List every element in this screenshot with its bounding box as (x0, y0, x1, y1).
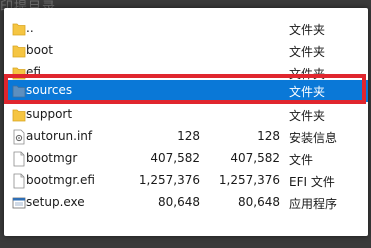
settings-file-icon (13, 129, 25, 145)
file-name: bootmgr.efi (26, 173, 95, 187)
file-size: 128 (177, 129, 200, 143)
file-icon (13, 173, 25, 189)
file-packed-size: 407,582 (230, 151, 280, 165)
folder-icon (12, 85, 26, 98)
folder-icon (12, 23, 26, 36)
file-type: 安装信息 (289, 131, 338, 145)
file-list-panel: .. 文件夹 boot 文件夹 efi 文件夹 sources 文件夹 supp… (4, 8, 368, 236)
file-row-support[interactable]: support 文件夹 (4, 104, 368, 126)
file-type: 应用程序 (289, 197, 338, 211)
file-size: 80,648 (158, 195, 200, 209)
file-name: bootmgr (26, 151, 78, 165)
file-row-bootmgr-efi[interactable]: bootmgr.efi 1,257,376 1,257,376 EFI 文件 (4, 170, 368, 192)
folder-icon (12, 67, 26, 80)
file-name: sources (26, 83, 73, 97)
file-size: 1,257,376 (138, 173, 200, 187)
folder-icon (12, 45, 26, 58)
file-name: boot (26, 43, 54, 57)
file-type: EFI 文件 (289, 175, 335, 189)
file-row-parent[interactable]: .. 文件夹 (4, 18, 368, 40)
file-icon (13, 151, 25, 167)
file-packed-size: 1,257,376 (218, 173, 280, 187)
file-type: 文件夹 (289, 45, 326, 59)
file-size: 407,582 (150, 151, 200, 165)
folder-icon (12, 109, 26, 122)
file-name: autorun.inf (26, 129, 93, 143)
file-row-boot[interactable]: boot 文件夹 (4, 40, 368, 62)
file-row-autorun[interactable]: autorun.inf 128 128 安装信息 (4, 126, 368, 148)
file-type: 文件夹 (289, 109, 326, 123)
file-packed-size: 128 (257, 129, 280, 143)
file-row-sources[interactable]: sources 文件夹 (4, 80, 368, 102)
file-name: setup.exe (26, 195, 85, 209)
file-type: 文件夹 (289, 85, 326, 99)
file-type: 文件夹 (289, 23, 326, 37)
file-row-setup[interactable]: setup.exe 80,648 80,648 应用程序 (4, 192, 368, 214)
application-icon (12, 197, 26, 209)
file-name: support (26, 107, 73, 121)
file-packed-size: 80,648 (238, 195, 280, 209)
file-row-bootmgr[interactable]: bootmgr 407,582 407,582 文件 (4, 148, 368, 170)
file-name: .. (26, 21, 34, 35)
file-name: efi (26, 65, 41, 79)
file-type: 文件 (289, 153, 314, 167)
